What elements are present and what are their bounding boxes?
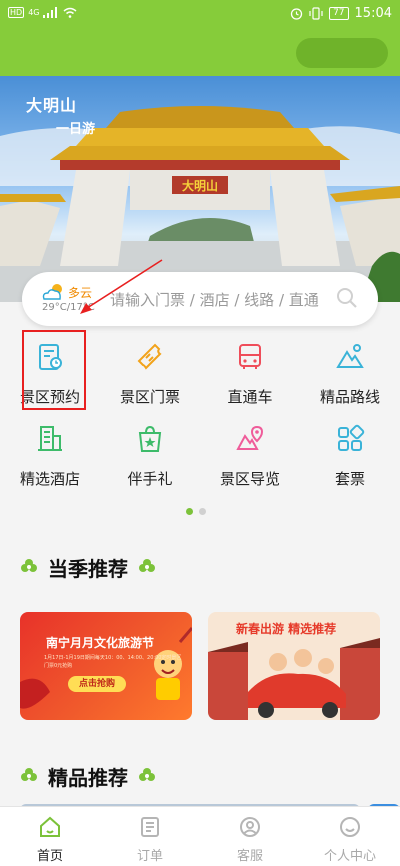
- annotation-arrow: [80, 259, 163, 314]
- menu-souvenirs[interactable]: 伴手礼: [100, 418, 200, 498]
- page-indicator: [186, 508, 206, 515]
- menu-label: 精选酒店: [19, 470, 80, 488]
- featured-section-header: 精品推荐: [20, 764, 156, 790]
- signal-icon: [43, 7, 58, 18]
- tab-label: 首页: [36, 849, 63, 864]
- page-dot: [199, 508, 206, 515]
- clover-icon: [21, 768, 37, 781]
- mountain-route-icon: [336, 344, 364, 368]
- menu-label: 景区门票: [119, 388, 180, 406]
- customer-service-icon: [240, 817, 260, 837]
- menu-package-tickets[interactable]: 套票: [300, 418, 400, 498]
- guide-map-icon: [236, 425, 264, 450]
- tab-label: 客服: [236, 849, 263, 864]
- grab-now-button[interactable]: 点击抢购: [68, 676, 126, 692]
- bus-icon: [239, 344, 261, 369]
- brand-logo: 大明山 一日游: [26, 92, 95, 137]
- clover-icon: [139, 559, 155, 572]
- search-icon[interactable]: [336, 287, 358, 309]
- app-screen: HD 4G 77 15:04 大明山 大明山 一日游 多云 29°C/17°C …: [0, 0, 400, 866]
- hero-banner[interactable]: 大明山 大明山 一日游: [0, 76, 400, 302]
- gift-bag-icon: [138, 425, 162, 452]
- network-type: 4G: [28, 8, 40, 17]
- order-list-icon: [141, 817, 159, 837]
- vibrate-icon: [309, 7, 323, 20]
- section-title: 当季推荐: [48, 556, 128, 581]
- tab-customer-service[interactable]: 客服: [200, 807, 300, 866]
- status-bar: HD 4G 77 15:04: [0, 0, 400, 28]
- clover-icon: [139, 768, 155, 781]
- menu-label: 精品路线: [319, 388, 380, 406]
- package-grid-icon: [338, 424, 365, 451]
- logo-line1: 大明山: [26, 96, 78, 115]
- menu-label: 套票: [334, 470, 365, 488]
- home-icon: [40, 816, 60, 837]
- menu-label: 伴手礼: [127, 470, 173, 488]
- promo-card-spring[interactable]: 新春出游 精选推荐: [208, 612, 380, 720]
- clover-icon: [21, 559, 37, 572]
- menu-scenic-tickets[interactable]: 景区门票: [100, 336, 200, 416]
- header-bar: HD 4G 77 15:04: [0, 0, 400, 76]
- profile-icon: [340, 817, 360, 837]
- promo-card-festival[interactable]: 南宁月月文化旅游节 1月17日-1月19日期间每天10：00、14:00、20:…: [20, 612, 192, 720]
- page-dot-active: [186, 508, 193, 515]
- gate-plaque: 大明山: [182, 178, 218, 193]
- menu-label: 景区导览: [219, 470, 280, 488]
- menu-direct-bus[interactable]: 直通车: [200, 336, 300, 416]
- cloudy-weather-icon: [42, 284, 62, 300]
- alarm-icon: [290, 8, 303, 20]
- ticket-icon: [137, 343, 162, 370]
- menu-hotels[interactable]: 精选酒店: [0, 418, 100, 498]
- hotel-icon: [38, 426, 62, 451]
- bottom-tab-bar: 首页 订单 客服 个人中心: [0, 806, 400, 866]
- section-title: 精品推荐: [48, 765, 128, 790]
- highlight-box: [22, 330, 86, 410]
- menu-premium-routes[interactable]: 精品路线: [300, 336, 400, 416]
- card-detail: 1月17日-1月19日期间每天10：00、14:00、20:00定时景区门票0元…: [44, 655, 182, 669]
- tab-label: 个人中心: [323, 849, 376, 864]
- wifi-icon: [64, 7, 77, 18]
- tab-profile[interactable]: 个人中心: [300, 807, 400, 866]
- card-title: 南宁月月文化旅游节: [46, 636, 155, 650]
- logo-line2: 一日游: [56, 122, 96, 137]
- hd-indicator: HD: [8, 7, 25, 18]
- battery-level: 77: [329, 7, 349, 20]
- header-action-pill[interactable]: [296, 38, 388, 68]
- seasonal-section-header: 当季推荐: [20, 555, 156, 581]
- tab-label: 订单: [136, 849, 163, 864]
- tab-home[interactable]: 首页: [0, 807, 100, 866]
- menu-label: 直通车: [227, 388, 273, 406]
- menu-scenic-guide[interactable]: 景区导览: [200, 418, 300, 498]
- clock: 15:04: [354, 6, 392, 21]
- card-title: 新春出游 精选推荐: [236, 622, 337, 636]
- tab-orders[interactable]: 订单: [100, 807, 200, 866]
